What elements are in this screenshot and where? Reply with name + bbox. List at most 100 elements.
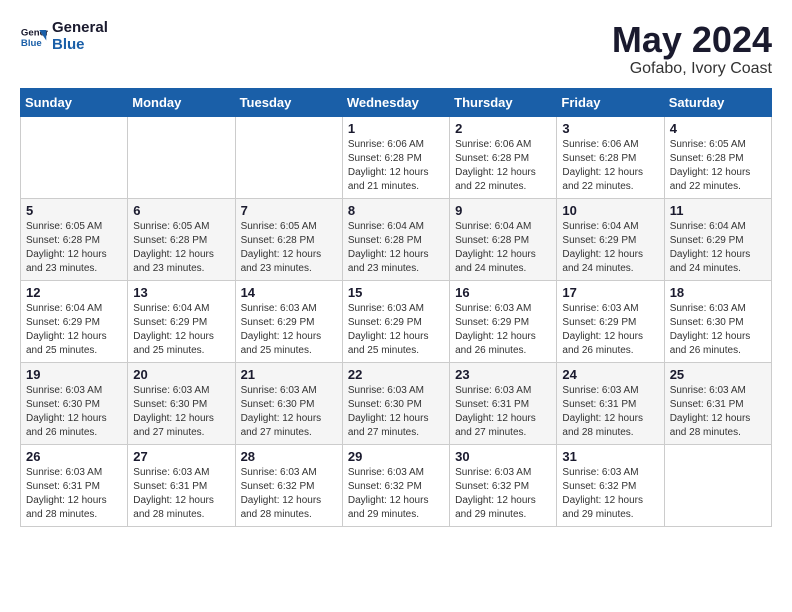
day-cell: 12 Sunrise: 6:04 AMSunset: 6:29 PMDayligh…: [21, 280, 128, 362]
day-info: Sunrise: 6:04 AMSunset: 6:29 PMDaylight:…: [562, 220, 658, 276]
day-cell: 15Sunrise: 6:03 AMSunset: 6:29 PMDayligh…: [342, 280, 449, 362]
day-info: Sunrise: 6:03 AMSunset: 6:29 PMDaylight:…: [562, 302, 658, 358]
logo-icon: General Blue: [20, 23, 48, 51]
logo-general: General: [52, 20, 108, 37]
day-number: 17: [562, 285, 658, 300]
dow-saturday: Saturday: [664, 88, 771, 116]
day-cell: [128, 116, 235, 198]
title-block: May 2024 Gofabo, Ivory Coast: [612, 20, 772, 78]
day-info: Sunrise: 6:03 AMSunset: 6:29 PMDaylight:…: [348, 302, 444, 358]
day-cell: [664, 444, 771, 526]
day-number: 21: [241, 367, 337, 382]
day-cell: 14 Sunrise: 6:03 AMSunset: 6:29 PMDayligh…: [235, 280, 342, 362]
dow-wednesday: Wednesday: [342, 88, 449, 116]
day-info: Sunrise: 6:04 AMSunset: 6:29 PMDaylight:…: [26, 302, 122, 358]
day-cell: [235, 116, 342, 198]
dow-tuesday: Tuesday: [235, 88, 342, 116]
day-number: 13: [133, 285, 229, 300]
day-info: Sunrise: 6:06 AMSunset: 6:28 PMDaylight:…: [562, 138, 658, 194]
calendar-subtitle: Gofabo, Ivory Coast: [612, 60, 772, 78]
day-number: 28: [241, 449, 337, 464]
dow-monday: Monday: [128, 88, 235, 116]
day-number: 12: [26, 285, 122, 300]
week-row-3: 12 Sunrise: 6:04 AMSunset: 6:29 PMDayligh…: [21, 280, 772, 362]
day-cell: 29Sunrise: 6:03 AMSunset: 6:32 PMDayligh…: [342, 444, 449, 526]
logo-blue: Blue: [52, 37, 108, 54]
day-cell: 13 Sunrise: 6:04 AMSunset: 6:29 PMDayligh…: [128, 280, 235, 362]
week-row-2: 5 Sunrise: 6:05 AMSunset: 6:28 PMDaylight…: [21, 198, 772, 280]
day-cell: 18 Sunrise: 6:03 AMSunset: 6:30 PMDayligh…: [664, 280, 771, 362]
day-number: 26: [26, 449, 122, 464]
day-number: 30: [455, 449, 551, 464]
day-info: Sunrise: 6:05 AMSunset: 6:28 PMDaylight:…: [26, 220, 122, 276]
day-number: 5: [26, 203, 122, 218]
day-info: Sunrise: 6:03 AMSunset: 6:30 PMDaylight:…: [26, 384, 122, 440]
day-number: 11: [670, 203, 766, 218]
day-info: Sunrise: 6:05 AMSunset: 6:28 PMDaylight:…: [241, 220, 337, 276]
day-info: Sunrise: 6:03 AMSunset: 6:31 PMDaylight:…: [133, 466, 229, 522]
day-cell: 3 Sunrise: 6:06 AMSunset: 6:28 PMDaylight…: [557, 116, 664, 198]
dow-friday: Friday: [557, 88, 664, 116]
day-cell: 4 Sunrise: 6:05 AMSunset: 6:28 PMDaylight…: [664, 116, 771, 198]
day-info: Sunrise: 6:03 AMSunset: 6:32 PMDaylight:…: [562, 466, 658, 522]
day-number: 19: [26, 367, 122, 382]
day-cell: 19 Sunrise: 6:03 AMSunset: 6:30 PMDayligh…: [21, 362, 128, 444]
day-cell: 26Sunrise: 6:03 AMSunset: 6:31 PMDayligh…: [21, 444, 128, 526]
day-number: 20: [133, 367, 229, 382]
day-of-week-header: SundayMondayTuesdayWednesdayThursdayFrid…: [21, 88, 772, 116]
day-info: Sunrise: 6:04 AMSunset: 6:29 PMDaylight:…: [670, 220, 766, 276]
day-number: 18: [670, 285, 766, 300]
day-info: Sunrise: 6:03 AMSunset: 6:32 PMDaylight:…: [241, 466, 337, 522]
day-number: 25: [670, 367, 766, 382]
day-cell: 31 Sunrise: 6:03 AMSunset: 6:32 PMDayligh…: [557, 444, 664, 526]
day-info: Sunrise: 6:05 AMSunset: 6:28 PMDaylight:…: [670, 138, 766, 194]
day-info: Sunrise: 6:06 AMSunset: 6:28 PMDaylight:…: [348, 138, 444, 194]
day-cell: 24 Sunrise: 6:03 AMSunset: 6:31 PMDayligh…: [557, 362, 664, 444]
day-cell: 1 Sunrise: 6:06 AMSunset: 6:28 PMDaylight…: [342, 116, 449, 198]
day-cell: 6 Sunrise: 6:05 AMSunset: 6:28 PMDaylight…: [128, 198, 235, 280]
day-cell: [21, 116, 128, 198]
day-info: Sunrise: 6:03 AMSunset: 6:30 PMDaylight:…: [348, 384, 444, 440]
day-info: Sunrise: 6:03 AMSunset: 6:30 PMDaylight:…: [133, 384, 229, 440]
day-number: 14: [241, 285, 337, 300]
dow-thursday: Thursday: [450, 88, 557, 116]
day-number: 31: [562, 449, 658, 464]
day-info: Sunrise: 6:03 AMSunset: 6:31 PMDaylight:…: [455, 384, 551, 440]
day-cell: 22Sunrise: 6:03 AMSunset: 6:30 PMDayligh…: [342, 362, 449, 444]
day-info: Sunrise: 6:05 AMSunset: 6:28 PMDaylight:…: [133, 220, 229, 276]
day-info: Sunrise: 6:03 AMSunset: 6:30 PMDaylight:…: [670, 302, 766, 358]
day-info: Sunrise: 6:04 AMSunset: 6:29 PMDaylight:…: [133, 302, 229, 358]
day-number: 3: [562, 121, 658, 136]
day-cell: 30Sunrise: 6:03 AMSunset: 6:32 PMDayligh…: [450, 444, 557, 526]
week-row-4: 19 Sunrise: 6:03 AMSunset: 6:30 PMDayligh…: [21, 362, 772, 444]
day-number: 16: [455, 285, 551, 300]
logo: General Blue General Blue: [20, 20, 108, 53]
day-number: 10: [562, 203, 658, 218]
svg-text:Blue: Blue: [21, 37, 42, 48]
day-info: Sunrise: 6:04 AMSunset: 6:28 PMDaylight:…: [348, 220, 444, 276]
day-number: 2: [455, 121, 551, 136]
day-cell: 21 Sunrise: 6:03 AMSunset: 6:30 PMDayligh…: [235, 362, 342, 444]
day-cell: 23 Sunrise: 6:03 AMSunset: 6:31 PMDayligh…: [450, 362, 557, 444]
day-number: 1: [348, 121, 444, 136]
calendar-table: SundayMondayTuesdayWednesdayThursdayFrid…: [20, 88, 772, 527]
week-row-1: 1 Sunrise: 6:06 AMSunset: 6:28 PMDaylight…: [21, 116, 772, 198]
day-info: Sunrise: 6:03 AMSunset: 6:30 PMDaylight:…: [241, 384, 337, 440]
day-number: 6: [133, 203, 229, 218]
calendar-body: 1 Sunrise: 6:06 AMSunset: 6:28 PMDaylight…: [21, 116, 772, 526]
day-info: Sunrise: 6:03 AMSunset: 6:29 PMDaylight:…: [241, 302, 337, 358]
day-number: 9: [455, 203, 551, 218]
day-info: Sunrise: 6:03 AMSunset: 6:31 PMDaylight:…: [562, 384, 658, 440]
day-info: Sunrise: 6:03 AMSunset: 6:31 PMDaylight:…: [670, 384, 766, 440]
day-cell: 5 Sunrise: 6:05 AMSunset: 6:28 PMDaylight…: [21, 198, 128, 280]
day-cell: 28 Sunrise: 6:03 AMSunset: 6:32 PMDayligh…: [235, 444, 342, 526]
day-cell: 27Sunrise: 6:03 AMSunset: 6:31 PMDayligh…: [128, 444, 235, 526]
day-cell: 9Sunrise: 6:04 AMSunset: 6:28 PMDaylight…: [450, 198, 557, 280]
day-number: 8: [348, 203, 444, 218]
day-cell: 8 Sunrise: 6:04 AMSunset: 6:28 PMDaylight…: [342, 198, 449, 280]
day-cell: 10 Sunrise: 6:04 AMSunset: 6:29 PMDayligh…: [557, 198, 664, 280]
day-number: 23: [455, 367, 551, 382]
day-cell: 25 Sunrise: 6:03 AMSunset: 6:31 PMDayligh…: [664, 362, 771, 444]
day-number: 24: [562, 367, 658, 382]
day-number: 4: [670, 121, 766, 136]
